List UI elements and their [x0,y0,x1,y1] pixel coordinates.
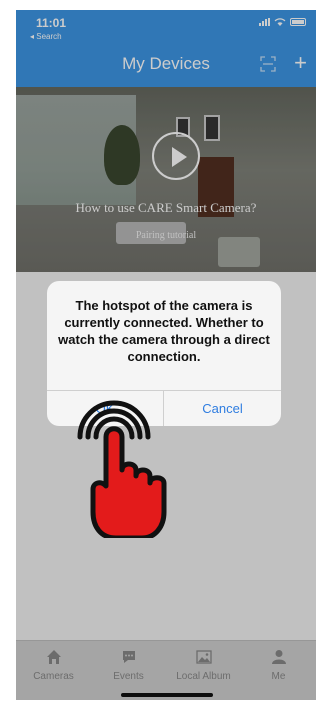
pointing-hand-icon [77,400,167,538]
cancel-button[interactable]: Cancel [164,391,281,426]
dialog-message: The hotspot of the camera is currently c… [58,298,270,364]
